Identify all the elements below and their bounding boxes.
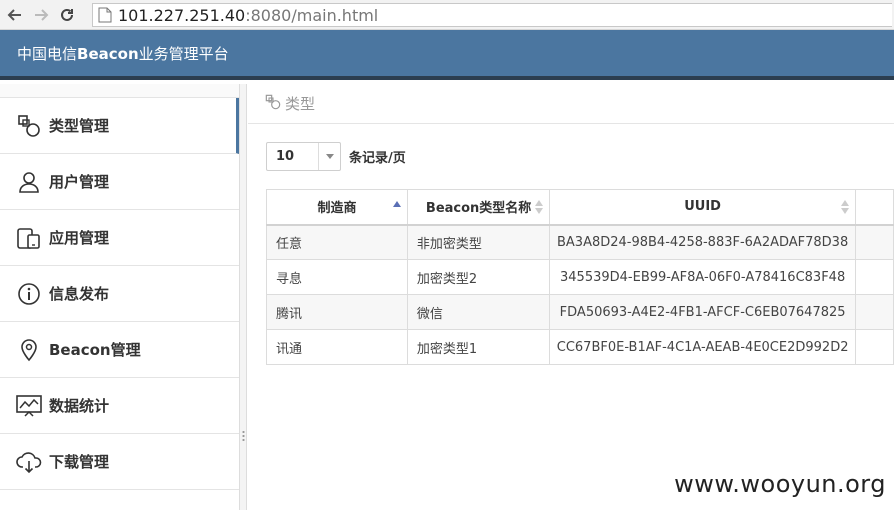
cell-uuid: BA3A8D24-98B4-4258-883F-6A2ADAF78D38: [549, 224, 856, 260]
page-size-select[interactable]: 10: [266, 142, 341, 171]
page-size-control: 10 条记录/页: [266, 142, 406, 171]
sidebar-item-label: 类型管理: [49, 117, 110, 135]
cloud-download-icon: [16, 449, 42, 475]
cell-manufacturer: 腾讯: [266, 294, 408, 330]
sidebar-item-app-management[interactable]: 应用管理: [0, 210, 239, 266]
page-size-label: 条记录/页: [349, 151, 406, 166]
forward-button[interactable]: [30, 4, 52, 26]
reload-button[interactable]: [56, 4, 78, 26]
sort-icon: [535, 200, 544, 214]
type-icon: [265, 94, 281, 114]
table-row[interactable]: 讯通 加密类型1 CC67BF0E-B1AF-4C1A-AEAB-4E0CE2D…: [266, 329, 894, 365]
cell-beacon-type: 微信: [406, 294, 551, 330]
column-header-manufacturer[interactable]: 制造商: [266, 189, 408, 226]
location-pin-icon: [16, 337, 42, 363]
sidebar-splitter[interactable]: [240, 84, 247, 510]
sidebar: 类型管理 用户管理 应用管理 信息发布 Beacon管理 数据统计 下载管理: [0, 84, 240, 510]
sidebar-item-label: 数据统计: [49, 397, 110, 415]
cell-extra: [854, 224, 894, 260]
cell-uuid: FDA50693-A4E2-4FB1-AFCF-C6EB07647825: [549, 294, 856, 330]
app-title: 中国电信Beacon业务管理平台: [17, 44, 229, 63]
cell-manufacturer: 寻息: [266, 259, 408, 295]
column-header-uuid[interactable]: UUID: [549, 189, 856, 226]
cell-extra: [854, 259, 894, 295]
cell-beacon-type: 加密类型1: [406, 329, 551, 365]
sidebar-item-type-management[interactable]: 类型管理: [0, 98, 239, 154]
chart-icon: [16, 393, 42, 419]
sidebar-item-statistics[interactable]: 数据统计: [0, 378, 239, 434]
user-icon: [16, 169, 42, 195]
back-button[interactable]: [4, 4, 26, 26]
page-icon: [98, 7, 112, 23]
breadcrumb: 类型: [248, 84, 894, 124]
back-arrow-icon: [7, 8, 21, 21]
cell-uuid: 345539D4-EB99-AF8A-06F0-A78416C83F48: [549, 259, 856, 295]
url-host: 101.227.251.40: [118, 5, 246, 25]
column-header-extra[interactable]: [854, 189, 894, 226]
cell-manufacturer: 讯通: [266, 329, 408, 365]
sort-icon: [840, 200, 849, 214]
url-path: :8080/main.html: [245, 5, 379, 25]
info-icon: [16, 281, 42, 307]
reload-icon: [61, 8, 73, 21]
chevron-down-icon[interactable]: [318, 143, 340, 170]
table-header-row: 制造商 Beacon类型名称 UUID: [266, 189, 894, 226]
main-content: 类型 10 条记录/页 制造商 Beacon类型名称 UUID 任意 非加密类型…: [248, 84, 894, 510]
app-header: 中国电信Beacon业务管理平台: [0, 30, 894, 80]
type-icon: [16, 113, 42, 139]
cell-beacon-type: 非加密类型: [406, 224, 551, 260]
table-row[interactable]: 任意 非加密类型 BA3A8D24-98B4-4258-883F-6A2ADAF…: [266, 224, 894, 260]
cell-beacon-type: 加密类型2: [406, 259, 551, 295]
column-header-beacon-type[interactable]: Beacon类型名称: [406, 189, 551, 226]
type-table: 制造商 Beacon类型名称 UUID 任意 非加密类型 BA3A8D24-98…: [266, 189, 894, 365]
sidebar-item-beacon-management[interactable]: Beacon管理: [0, 322, 239, 378]
browser-toolbar: 101.227.251.40:8080/main.html: [0, 0, 894, 30]
sidebar-item-label: 用户管理: [49, 173, 110, 191]
cell-uuid: CC67BF0E-B1AF-4C1A-AEAB-4E0CE2D992D2: [549, 329, 856, 365]
sort-asc-icon: [392, 201, 401, 207]
cell-manufacturer: 任意: [266, 224, 408, 260]
devices-icon: [16, 225, 42, 251]
sidebar-item-info-publish[interactable]: 信息发布: [0, 266, 239, 322]
cell-extra: [854, 329, 894, 365]
forward-arrow-icon: [35, 8, 49, 21]
sidebar-spacer: [0, 84, 239, 98]
splitter-grip[interactable]: [242, 430, 245, 442]
sidebar-item-label: 下载管理: [49, 453, 110, 471]
cell-extra: [854, 294, 894, 330]
sidebar-item-label: 信息发布: [49, 285, 110, 303]
table-row[interactable]: 腾讯 微信 FDA50693-A4E2-4FB1-AFCF-C6EB076478…: [266, 294, 894, 330]
address-bar[interactable]: 101.227.251.40:8080/main.html: [92, 3, 892, 27]
sidebar-item-download-management[interactable]: 下载管理: [0, 434, 239, 490]
page-size-value: 10: [276, 149, 295, 164]
page-title: 类型: [285, 95, 316, 113]
sidebar-item-user-management[interactable]: 用户管理: [0, 154, 239, 210]
sidebar-item-label: Beacon管理: [49, 341, 141, 359]
sidebar-item-label: 应用管理: [49, 229, 110, 247]
table-row[interactable]: 寻息 加密类型2 345539D4-EB99-AF8A-06F0-A78416C…: [266, 259, 894, 295]
watermark: www.wooyun.org: [674, 470, 886, 498]
